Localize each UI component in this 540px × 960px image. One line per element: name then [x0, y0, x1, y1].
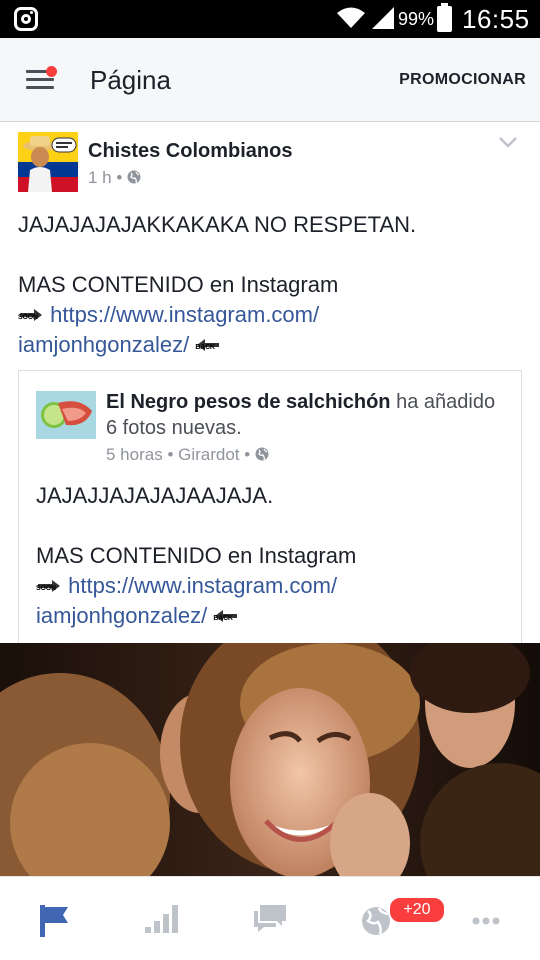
meta-separator: •: [244, 445, 255, 464]
soon-label: SOON: [18, 314, 38, 321]
post-text: JAJAJAJAJAKKAKAKA NO RESPETAN. MAS CONTE…: [18, 210, 518, 360]
post-author[interactable]: Chistes Colombianos: [88, 140, 292, 163]
signal-icon: [372, 7, 394, 29]
shared-post-card[interactable]: El Negro pesos de salchichón ha añadido …: [18, 370, 522, 650]
post-photo[interactable]: [0, 643, 540, 876]
page-avatar[interactable]: [18, 132, 78, 192]
post-time[interactable]: 1 h: [88, 168, 112, 187]
page-flag-icon[interactable]: [38, 901, 78, 937]
post-meta: 1 h •: [88, 168, 141, 188]
shared-line-2: MAS CONTENIDO en Instagram: [36, 543, 357, 568]
shared-post-text: JAJAJJAJAJAJAAJAJA. MAS CONTENIDO en Ins…: [36, 481, 506, 631]
shared-meta: 5 horas • Girardot •: [106, 445, 269, 465]
shared-post-header: El Negro pesos de salchichón ha añadido …: [106, 389, 506, 441]
meta-separator: •: [116, 168, 128, 187]
back-arrow-icon: BACK: [213, 605, 239, 629]
soon-label: SOON: [36, 585, 56, 592]
shared-time[interactable]: 5 horas: [106, 445, 163, 464]
post-line-2: MAS CONTENIDO en Instagram: [18, 272, 339, 297]
instagram-link[interactable]: https://www.instagram.com/: [50, 302, 319, 327]
app-bar: Página PROMOCIONAR: [0, 38, 540, 122]
meta-separator: •: [167, 445, 179, 464]
shared-location[interactable]: Girardot: [178, 445, 239, 464]
chevron-down-icon[interactable]: [498, 136, 518, 148]
more-icon[interactable]: [466, 901, 506, 937]
instagram-link[interactable]: https://www.instagram.com/: [68, 573, 337, 598]
wifi-icon: [337, 7, 365, 28]
back-label: BACK: [213, 615, 233, 622]
page-title: Página: [90, 65, 171, 95]
instagram-link-continued[interactable]: iamjonhgonzalez/: [18, 332, 189, 357]
clock: 16:55: [462, 4, 530, 34]
shared-page-avatar[interactable]: [36, 391, 96, 439]
soon-arrow-icon: SOON: [18, 304, 44, 328]
back-arrow-icon: BACK: [195, 334, 221, 358]
status-bar: 99% 16:55: [0, 0, 540, 38]
soon-arrow-icon: SOON: [36, 575, 62, 599]
battery-icon: [437, 3, 452, 32]
insights-icon[interactable]: [143, 901, 183, 937]
globe-icon: [255, 447, 269, 461]
notification-dot: [46, 66, 57, 77]
notifications-badge: +20: [388, 896, 446, 924]
battery-percent: 99%: [398, 9, 435, 29]
globe-icon: [127, 170, 141, 184]
promote-button[interactable]: PROMOCIONAR: [399, 71, 526, 89]
bottom-navigation: +20: [0, 876, 540, 960]
instagram-link-continued[interactable]: iamjonhgonzalez/: [36, 603, 207, 628]
shared-author[interactable]: El Negro pesos de salchichón: [106, 391, 391, 413]
messages-icon[interactable]: [250, 901, 290, 937]
post-line-1: JAJAJAJAJAKKAKAKA NO RESPETAN.: [18, 212, 417, 237]
shared-line-1: JAJAJJAJAJAJAAJAJA.: [36, 483, 274, 508]
back-label: BACK: [195, 344, 215, 351]
instagram-icon: [14, 7, 38, 31]
